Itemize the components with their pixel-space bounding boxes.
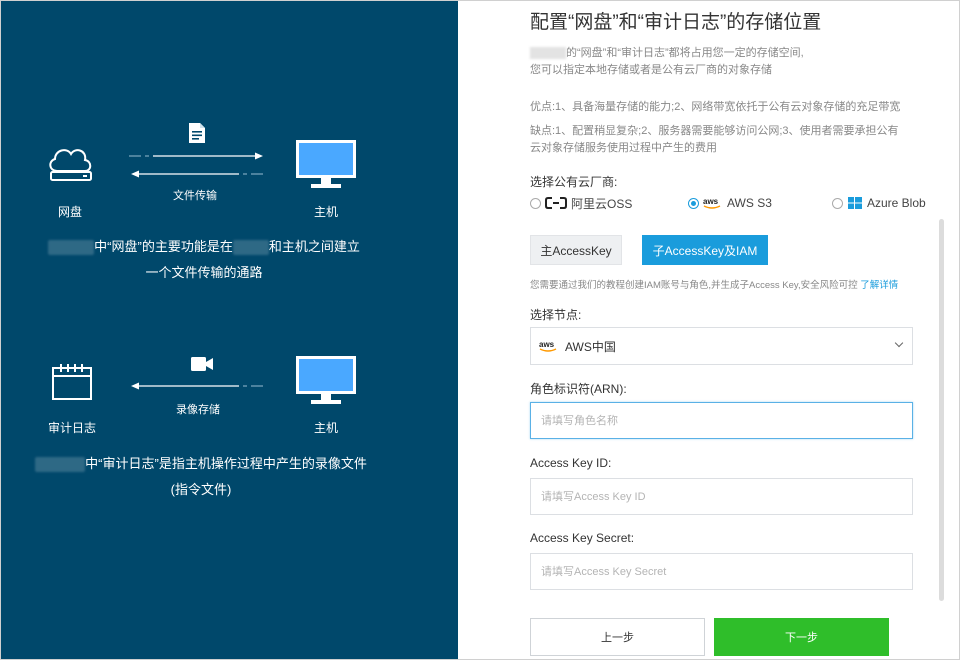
arn-input[interactable] xyxy=(530,402,913,439)
document-icon xyxy=(189,123,205,143)
radio-dot[interactable] xyxy=(530,197,541,209)
access-key-id-input[interactable] xyxy=(530,478,913,515)
cloud-drive-label: 网盘 xyxy=(57,205,82,219)
vendor-name: Azure Blob xyxy=(867,196,926,210)
learn-more-link[interactable]: 了解详情 xyxy=(860,280,898,291)
iam-hint: 您需要通过我们的教程创建IAM账号与角色,并生成子Access Key,安全风险… xyxy=(530,280,899,291)
arn-label: 角色标识符(ARN): xyxy=(530,382,627,396)
sub-accesskey-iam-tab[interactable]: 子AccessKey及IAM xyxy=(642,235,768,265)
prev-button[interactable]: 上一步 xyxy=(530,618,705,656)
radio-dot-checked[interactable] xyxy=(688,197,699,209)
vendor-radio-azure[interactable]: Azure Blob xyxy=(832,194,926,212)
intro-text: 的“网盘”和“审计日志”都将占用您一定的存储空间, 您可以指定本地存储或者是公有… xyxy=(530,47,804,76)
host-monitor-icon xyxy=(296,356,356,404)
file-transfer-label: 文件传输 xyxy=(173,190,217,202)
vendor-radio-group: 阿里云OSS aws AWS S3 Azure Blob xyxy=(530,194,930,214)
vendor-label: 选择公有云厂商: xyxy=(530,175,618,189)
node-select-value: AWS中国 xyxy=(565,339,616,354)
transfer-arrows xyxy=(129,152,263,178)
access-key-secret-input[interactable] xyxy=(530,553,913,590)
host-label: 主机 xyxy=(313,421,338,435)
node-label: 选择节点: xyxy=(530,308,582,322)
chevron-down-icon[interactable] xyxy=(894,338,904,348)
record-arrow xyxy=(131,382,263,390)
redacted-product-name xyxy=(232,240,269,256)
page-title: 配置“网盘”和“审计日志”的存储位置 xyxy=(530,12,822,33)
access-key-id-label: Access Key ID: xyxy=(530,456,612,470)
aliyun-logo-icon xyxy=(545,197,567,209)
storage-config-panel: 配置“网盘”和“审计日志”的存储位置 的“网盘”和“审计日志”都将占用您一定的存… xyxy=(458,1,959,659)
cons-text: 缺点:1、配置稍显复杂;2、服务器需要能够访问公网;3、使用者需要承担公有 云对… xyxy=(530,125,899,154)
audit-description: 中“审计日志”是指主机操作过程中产生的录像文件 (指令文件) xyxy=(1,451,401,503)
vendor-name: 阿里云OSS xyxy=(571,196,633,211)
audit-log-label: 审计日志 xyxy=(47,421,96,435)
host-label: 主机 xyxy=(313,205,338,219)
next-button[interactable]: 下一步 xyxy=(714,618,889,656)
main-accesskey-tab[interactable]: 主AccessKey xyxy=(530,235,622,265)
redacted-product-name xyxy=(530,47,566,60)
windows-logo-icon xyxy=(848,197,862,209)
aws-logo-icon: aws xyxy=(703,197,721,209)
redacted-product-name xyxy=(35,457,86,473)
record-storage-label: 录像存储 xyxy=(176,404,220,416)
cloud-drive-icon xyxy=(49,149,92,181)
video-camera-icon xyxy=(191,357,213,371)
redacted-product-name xyxy=(48,240,95,256)
node-select[interactable]: aws AWS中国 xyxy=(530,327,913,365)
host-monitor-icon xyxy=(296,140,356,188)
scrollbar[interactable] xyxy=(939,219,944,601)
svg-text:aws: aws xyxy=(539,340,555,349)
radio-dot[interactable] xyxy=(832,197,843,209)
vendor-radio-aws[interactable]: aws AWS S3 xyxy=(688,194,772,212)
aws-logo-icon: aws xyxy=(539,340,557,352)
pros-text: 优点:1、具备海量存储的能力;2、网络带宽依托于公有云对象存储的充足带宽 xyxy=(530,101,901,113)
vendor-radio-aliyun[interactable]: 阿里云OSS xyxy=(530,194,632,212)
audit-log-icon xyxy=(52,364,92,400)
drive-description: 中“网盘”的主要功能是在 和主机之间建立 一个文件传输的通路 xyxy=(4,234,404,286)
intro-panel: 网盘 文件传输 主机 中“网盘”的主要功能是在 和主机之间建立 一个文件传输的通路 xyxy=(1,1,458,659)
vendor-name: AWS S3 xyxy=(727,196,772,210)
access-key-secret-label: Access Key Secret: xyxy=(530,531,635,545)
svg-text:aws: aws xyxy=(703,197,719,206)
